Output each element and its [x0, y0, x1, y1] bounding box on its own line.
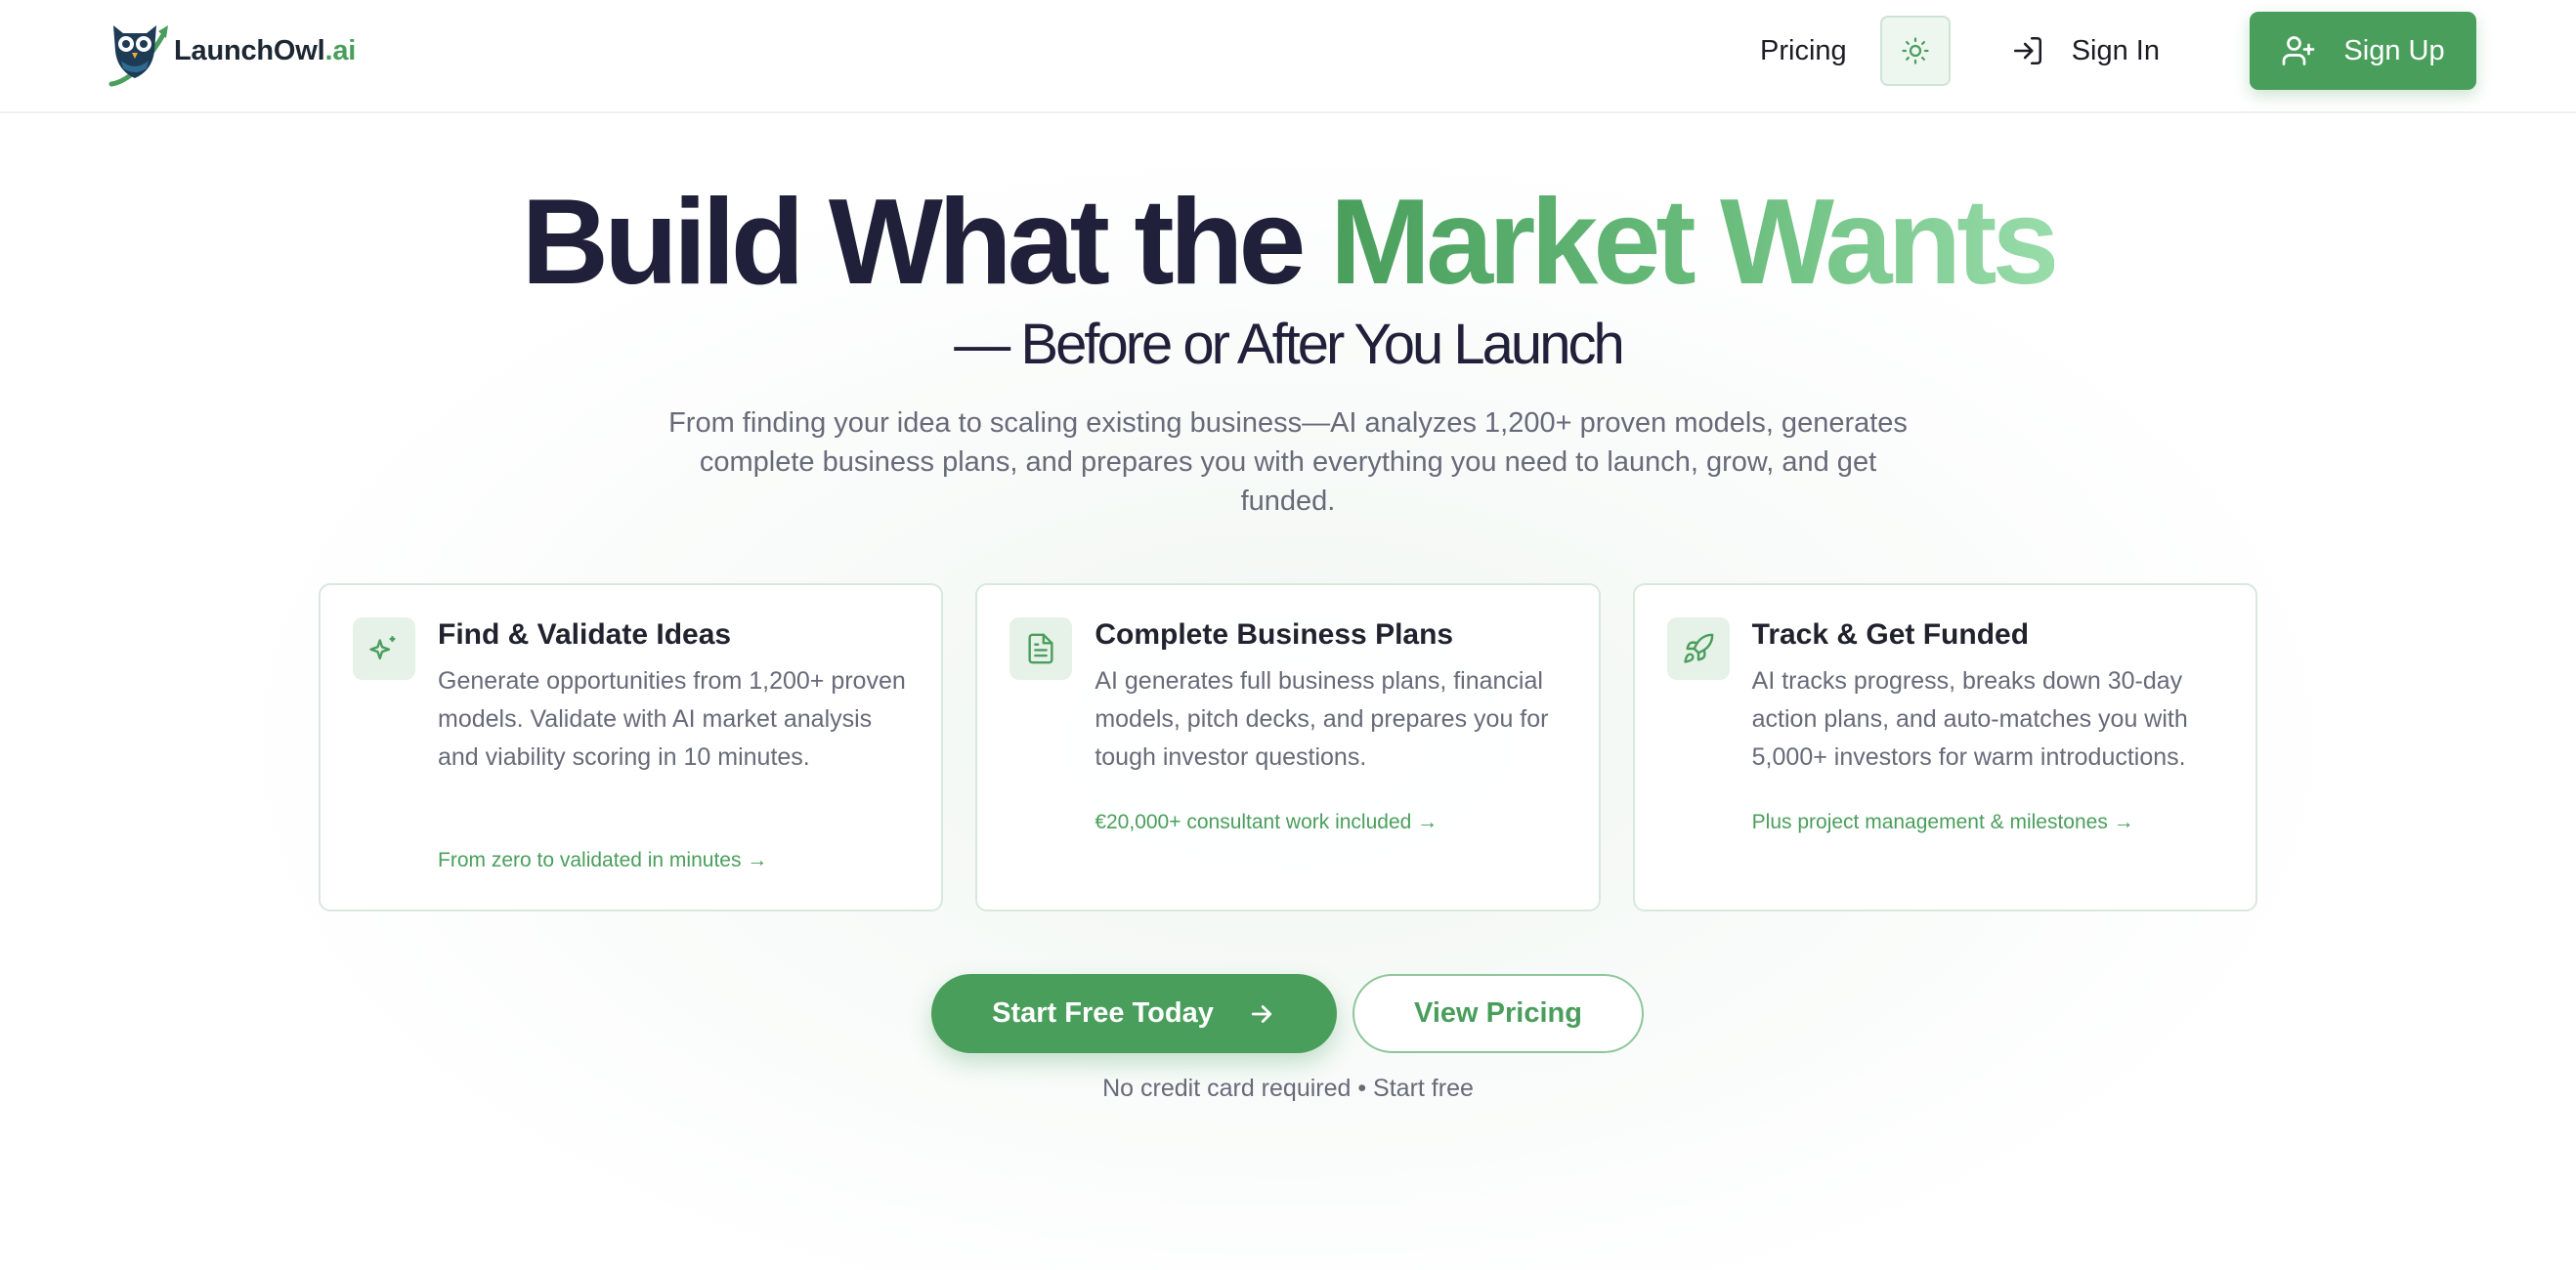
card-icon-box	[1009, 617, 1073, 680]
feature-card-business-plans: Complete Business Plans AI generates ful…	[975, 583, 1601, 911]
brand-logo[interactable]: LaunchOwl.ai	[104, 12, 356, 90]
sign-in-label: Sign In	[2071, 34, 2160, 66]
user-plus-icon	[2283, 36, 2315, 65]
hero-subtitle: — Before or After You Launch	[954, 313, 1624, 376]
cta-note: No credit card required • Start free	[1102, 1075, 1474, 1102]
sparkles-icon	[369, 636, 396, 660]
start-free-label: Start Free Today	[992, 997, 1214, 1029]
nav-link-pricing[interactable]: Pricing	[1760, 35, 1847, 67]
theme-toggle-button[interactable]	[1879, 16, 1951, 86]
card-title: Track & Get Funded	[1751, 618, 2030, 651]
feature-card-find-validate: Find & Validate Ideas Generate opportuni…	[319, 583, 944, 911]
sign-in-icon	[2013, 36, 2041, 65]
card-title: Find & Validate Ideas	[438, 618, 732, 651]
hero-title-accent: Market Wants	[1329, 175, 2060, 310]
document-icon	[1028, 633, 1053, 664]
sign-up-label: Sign Up	[2343, 34, 2445, 66]
rocket-icon	[1683, 633, 1714, 663]
card-link-business-plans[interactable]: €20,000+ consultant work included →	[1095, 811, 1438, 834]
hero-description: From finding your idea to scaling existi…	[668, 407, 1908, 517]
hero-title: Build What the Market Wants	[521, 175, 2060, 310]
card-link-find-validate[interactable]: From zero to validated in minutes →	[438, 849, 767, 872]
sun-icon	[1902, 37, 1929, 64]
card-text: AI tracks progress, breaks down 30-day a…	[1751, 667, 2188, 771]
card-text: Generate opportunities from 1,200+ prove…	[438, 667, 906, 771]
card-text: AI generates full business plans, financ…	[1095, 667, 1549, 771]
card-icon-box	[1666, 617, 1730, 680]
top-navbar: LaunchOwl.ai Pricing Sign In Sign Up	[0, 0, 2576, 113]
start-free-button[interactable]: Start Free Today	[931, 974, 1337, 1053]
feature-card-track-funded: Track & Get Funded AI tracks progress, b…	[1632, 583, 2257, 911]
card-link-track-funded[interactable]: Plus project management & milestones →	[1752, 811, 2134, 834]
sign-in-link[interactable]: Sign In	[2011, 34, 2160, 67]
card-icon-box	[353, 617, 415, 680]
view-pricing-button[interactable]: View Pricing	[1352, 974, 1644, 1053]
card-title: Complete Business Plans	[1095, 618, 1454, 651]
landing-page: LaunchOwl.ai Pricing Sign In Sign Up Bui…	[0, 0, 2576, 1270]
owl-logo-icon	[108, 25, 168, 87]
nav-actions: Pricing Sign In Sign Up	[1760, 12, 2476, 90]
sign-up-button[interactable]: Sign Up	[2250, 12, 2476, 90]
brand-name: LaunchOwl.ai	[174, 34, 357, 66]
arrow-right-icon	[1251, 1004, 1271, 1023]
feature-cards: Find & Validate Ideas Generate opportuni…	[319, 583, 2257, 911]
